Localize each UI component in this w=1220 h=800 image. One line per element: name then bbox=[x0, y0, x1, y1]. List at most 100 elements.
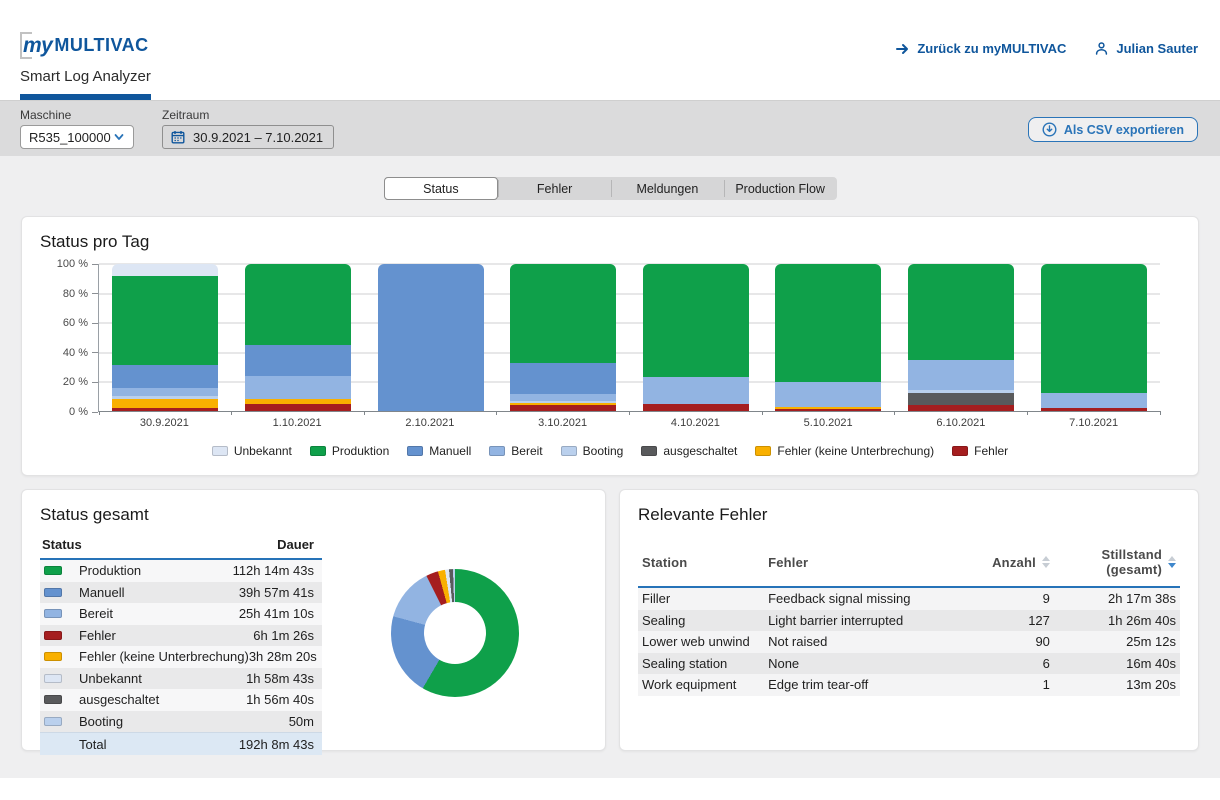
column-header-label: Fehler bbox=[768, 555, 808, 570]
bar-segment-Fehler bbox=[908, 405, 1014, 411]
bar-segment-Produktion bbox=[1041, 264, 1147, 393]
y-tick-label: 40 % bbox=[63, 347, 88, 359]
bar-segment-Bereit bbox=[112, 388, 218, 396]
x-tick-label: 6.10.2021 bbox=[895, 417, 1028, 429]
x-tick-mark bbox=[231, 411, 232, 415]
status-duration: 3h 28m 20s bbox=[249, 649, 317, 664]
user-menu[interactable]: Julian Sauter bbox=[1094, 41, 1198, 56]
stacked-bar-7.10.2021 bbox=[1041, 264, 1147, 411]
donut-hole bbox=[424, 602, 486, 664]
stacked-bar-30.9.2021 bbox=[112, 264, 218, 411]
dauer-column-header: Dauer bbox=[277, 537, 314, 552]
main-content: StatusFehlerMeldungenProduction Flow Sta… bbox=[0, 156, 1220, 778]
stacked-bar-plot bbox=[98, 264, 1160, 412]
x-tick-label: 1.10.2021 bbox=[231, 417, 364, 429]
error-station: Sealing station bbox=[638, 656, 768, 671]
legend-swatch bbox=[755, 446, 771, 456]
machine-label: Maschine bbox=[20, 108, 134, 122]
bar-segment-Produktion bbox=[775, 264, 881, 382]
legend-swatch bbox=[641, 446, 657, 456]
period-input[interactable]: 30.9.2021 – 7.10.2021 bbox=[162, 125, 334, 149]
stacked-bar-1.10.2021 bbox=[245, 264, 351, 411]
status-total-row: Booting50m bbox=[40, 711, 322, 733]
legend-label: Fehler (keine Unterbrechung) bbox=[777, 444, 934, 458]
machine-select-value: R535_100000 bbox=[29, 130, 111, 145]
x-tick-label: 2.10.2021 bbox=[364, 417, 497, 429]
y-tick-label: 0 % bbox=[69, 406, 88, 418]
x-tick-mark bbox=[364, 411, 365, 415]
bar-segment-Manuell bbox=[510, 363, 616, 395]
error-downtime: 13m 20s bbox=[1050, 677, 1180, 692]
bar-segment-Produktion bbox=[510, 264, 616, 362]
status-total-card: Status gesamt Status Dauer Produktion112… bbox=[21, 489, 606, 751]
chart-legend: UnbekanntProduktionManuellBereitBootinga… bbox=[40, 444, 1180, 458]
sort-down-caret bbox=[1168, 563, 1176, 568]
view-tab-meldungen[interactable]: Meldungen bbox=[611, 177, 724, 200]
sort-icon[interactable] bbox=[1042, 556, 1050, 568]
bar-slot bbox=[630, 264, 763, 411]
user-icon bbox=[1094, 41, 1109, 56]
error-row: SealingLight barrier interrupted1271h 26… bbox=[638, 610, 1180, 632]
sort-icon[interactable] bbox=[1168, 556, 1176, 568]
bar-segment-Fehler bbox=[510, 405, 616, 411]
error-count: 6 bbox=[963, 656, 1050, 671]
status-swatch-Fehler bbox=[44, 631, 62, 640]
bar-slot bbox=[762, 264, 895, 411]
y-tick-label: 60 % bbox=[63, 317, 88, 329]
y-tick-label: 20 % bbox=[63, 376, 88, 388]
machine-select[interactable]: R535_100000 bbox=[20, 125, 134, 149]
export-csv-button[interactable]: Als CSV exportieren bbox=[1028, 117, 1198, 142]
status-name: Bereit bbox=[79, 606, 239, 621]
status-duration: 1h 58m 43s bbox=[246, 671, 314, 686]
brand-logo: my MULTIVAC bbox=[20, 32, 149, 59]
status-total-row: Bereit25h 41m 10s bbox=[40, 603, 322, 625]
period-value: 30.9.2021 – 7.10.2021 bbox=[193, 130, 323, 145]
relevant-errors-title: Relevante Fehler bbox=[638, 505, 1180, 525]
x-tick-mark bbox=[762, 411, 763, 415]
back-to-mymultivac-link[interactable]: Zurück zu myMULTIVAC bbox=[895, 41, 1066, 56]
view-tab-fehler[interactable]: Fehler bbox=[498, 177, 611, 200]
status-donut-chart bbox=[391, 569, 519, 697]
error-count: 9 bbox=[963, 591, 1050, 606]
column-header-anzahl[interactable]: Anzahl bbox=[963, 555, 1050, 570]
legend-item-Booting: Booting bbox=[561, 444, 624, 458]
bar-slot bbox=[895, 264, 1028, 411]
error-row: Sealing stationNone616m 40s bbox=[638, 653, 1180, 675]
status-swatch-Booting bbox=[44, 717, 62, 726]
bar-segment-Bereit bbox=[1041, 393, 1147, 408]
error-station: Sealing bbox=[638, 613, 768, 628]
legend-swatch bbox=[489, 446, 505, 456]
total-label: Total bbox=[79, 737, 239, 752]
relevant-errors-card: Relevante Fehler Station Fehler AnzahlStil… bbox=[619, 489, 1199, 751]
sort-down-caret bbox=[1042, 563, 1050, 568]
status-swatch-ausgeschaltet bbox=[44, 695, 62, 704]
y-tick-label: 80 % bbox=[63, 288, 88, 300]
legend-item-Produktion: Produktion bbox=[310, 444, 389, 458]
column-header-stillstand-gesamt-[interactable]: Stillstand (gesamt) bbox=[1050, 547, 1180, 577]
stacked-bar-6.10.2021 bbox=[908, 264, 1014, 411]
view-tab-production-flow[interactable]: Production Flow bbox=[724, 177, 837, 200]
status-total-row: Fehler6h 1m 26s bbox=[40, 625, 322, 647]
column-header-label: Station bbox=[642, 555, 687, 570]
tab-smart-log-analyzer[interactable]: Smart Log Analyzer bbox=[20, 68, 151, 100]
bar-segment-Fehler bbox=[245, 404, 351, 411]
x-tick-label: 4.10.2021 bbox=[629, 417, 762, 429]
x-tick-label: 5.10.2021 bbox=[762, 417, 895, 429]
status-total-row: Unbekannt1h 58m 43s bbox=[40, 668, 322, 690]
status-name: Unbekannt bbox=[79, 671, 246, 686]
bar-segment-Produktion bbox=[112, 276, 218, 366]
bar-segment-Produktion bbox=[245, 264, 351, 345]
chevron-down-icon bbox=[113, 131, 125, 143]
view-tab-status[interactable]: Status bbox=[384, 177, 499, 200]
x-tick-label: 30.9.2021 bbox=[98, 417, 231, 429]
logo-brand-text: MULTIVAC bbox=[54, 35, 148, 56]
status-name: Fehler (keine Unterbrechung) bbox=[79, 649, 249, 664]
status-duration: 6h 1m 26s bbox=[253, 628, 314, 643]
error-name: Not raised bbox=[768, 634, 963, 649]
status-swatch-Fehler (keine Unterbrechung) bbox=[44, 652, 62, 661]
stacked-bar-5.10.2021 bbox=[775, 264, 881, 411]
legend-swatch bbox=[310, 446, 326, 456]
bar-segment-Fehler bbox=[112, 408, 218, 411]
status-swatch-Unbekannt bbox=[44, 674, 62, 683]
stacked-bar-2.10.2021 bbox=[378, 264, 484, 411]
